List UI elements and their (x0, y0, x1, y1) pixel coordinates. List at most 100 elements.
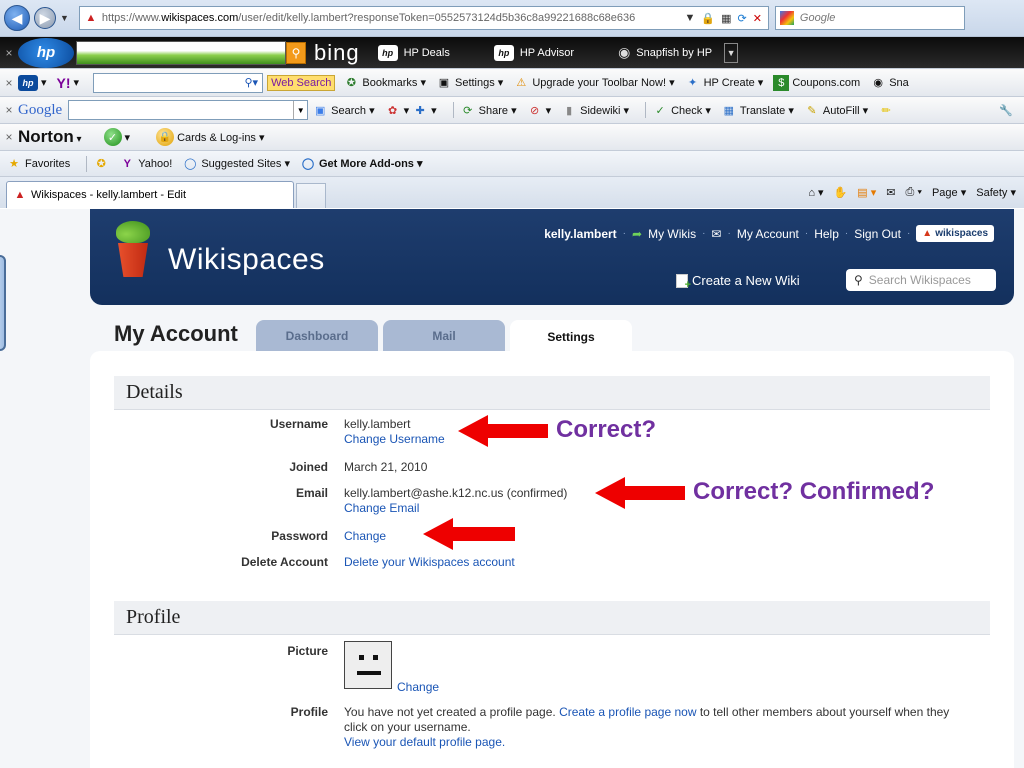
back-button[interactable]: ◀ (4, 5, 30, 31)
address-dropdown-icon[interactable]: ▼ (684, 12, 695, 25)
favorites-button[interactable]: ★ Favorites (6, 156, 70, 172)
annotation-arrow-username (458, 415, 548, 447)
close-toolbar-icon[interactable]: × (0, 46, 18, 60)
translate-button[interactable]: ▦ Translate ▾ (721, 102, 794, 118)
profile-heading: Profile (114, 601, 990, 635)
profile-text-1: You have not yet created a profile page. (344, 705, 556, 719)
history-dropdown-icon[interactable]: ▼ (60, 13, 69, 23)
bing-search-button[interactable]: ⚲ (286, 41, 306, 64)
bing-search-input[interactable] (76, 40, 286, 65)
settings-button[interactable]: ▣ Settings ▾ (436, 75, 504, 91)
upgrade-toolbar-button[interactable]: ⚠ Upgrade your Toolbar Now! ▾ (513, 75, 674, 91)
web-search-button[interactable]: Web Search (267, 74, 336, 91)
delete-account-link[interactable]: Delete your Wikispaces account (344, 555, 515, 570)
sidewiki-button[interactable]: ▮ Sidewiki ▾ (561, 102, 629, 118)
my-wikis-icon: ➦ (632, 226, 643, 241)
spell-check-button[interactable]: ✓ Check ▾ (652, 102, 710, 118)
mail-icon[interactable]: ✉ (886, 186, 895, 199)
lock-icon[interactable]: 🔒 (701, 12, 715, 25)
site-title: Wikispaces (168, 243, 325, 276)
hp-logo[interactable]: hp (18, 37, 74, 68)
site-search-input[interactable]: ⚲ Search Wikispaces (846, 269, 996, 291)
home-icon[interactable]: ⌂ ▾ (808, 186, 823, 199)
snapfish-toolbar-button[interactable]: ◉ Sna (870, 75, 908, 91)
create-wiki-link[interactable]: Create a New Wiki (676, 273, 800, 291)
compatibility-icon[interactable]: ▦ (721, 12, 731, 25)
nav-separator: · (727, 228, 731, 239)
norton-logo[interactable]: Norton ▾ (18, 127, 82, 147)
hp-create-button[interactable]: ✦ HP Create ▾ (685, 75, 763, 91)
change-picture-link[interactable]: Change (397, 680, 439, 695)
google-search-button[interactable]: ▣ Search ▾ (312, 102, 375, 118)
hp-deals-link[interactable]: hp HP Deals (377, 44, 450, 61)
my-wikis-link[interactable]: My Wikis (648, 227, 696, 241)
google-extras[interactable]: ✿ ▾ ✚ ▾ (385, 102, 437, 118)
autofill-button[interactable]: ✎ AutoFill ▾ (804, 102, 868, 118)
wrench-icon: 🔧 (999, 104, 1013, 117)
site-header: Wikispaces kelly.lambert · ➦ My Wikis · … (90, 209, 1014, 305)
create-profile-link[interactable]: Create a profile page now (559, 705, 696, 719)
bookmarks-button[interactable]: ✪ Bookmarks ▾ (343, 75, 426, 91)
change-email-link[interactable]: Change Email (344, 501, 567, 516)
browser-search-input[interactable]: Google (774, 6, 965, 30)
hp-menu-button[interactable]: hp ▾ (18, 74, 47, 91)
google-settings-button[interactable]: 🔧 (998, 102, 1014, 118)
wikispaces-badge[interactable]: ▲ wikispaces (916, 225, 994, 242)
google-dropdown-icon[interactable]: ▼ (293, 101, 307, 119)
my-account-link[interactable]: My Account (737, 227, 799, 241)
hp-toolbar-dropdown-icon[interactable]: ▼ (724, 42, 739, 63)
refresh-icon[interactable]: ⟳ (737, 12, 746, 25)
tab-dashboard[interactable]: Dashboard (256, 320, 378, 352)
password-label: Password (271, 529, 328, 543)
email-text: kelly.lambert@ashe.k12.nc.us (confirmed) (344, 486, 568, 500)
page-menu[interactable]: Page ▾ (932, 186, 966, 199)
forward-button[interactable]: ▶ (34, 7, 56, 29)
change-username-link[interactable]: Change Username (344, 432, 445, 447)
joined-label: Joined (289, 460, 328, 474)
cards-logins-button[interactable]: 🔒 Cards & Log-ins ▾ (156, 128, 265, 146)
yahoo-favorite-link[interactable]: Y Yahoo! (119, 156, 173, 172)
safety-menu[interactable]: Safety ▾ (976, 186, 1016, 199)
norton-safe-web-button[interactable]: ✓ ▾ (103, 128, 130, 146)
close-toolbar-icon[interactable]: × (0, 76, 18, 90)
popup-blocker-button[interactable]: ⊘ ▾ (527, 102, 551, 118)
view-default-profile-link[interactable]: View your default profile page. (344, 735, 964, 750)
browser-tab-active[interactable]: ▲ Wikispaces - kelly.lambert - Edit (6, 180, 294, 208)
hp-advisor-link[interactable]: hp HP Advisor (493, 44, 574, 61)
tab-settings[interactable]: Settings (510, 320, 632, 353)
site-logo[interactable]: Wikispaces (110, 221, 325, 279)
feeds-icon[interactable]: ▤ ▾ (857, 186, 876, 199)
browser-chrome: ◀ ▶ ▼ ▲ https://www. wikispaces.com/user/… (0, 0, 1024, 208)
yahoo-search-input[interactable]: ⚲▾ (93, 72, 264, 93)
mail-icon[interactable]: ✉ (711, 227, 721, 241)
address-bar-row: ◀ ▶ ▼ ▲ https://www. wikispaces.com/user/… (0, 0, 1024, 36)
add-favorite-button[interactable]: ✪ (93, 156, 109, 172)
yahoo-menu-button[interactable]: Y! ▾ (57, 75, 80, 91)
get-addons-link[interactable]: ◯ Get More Add-ons ▾ (300, 156, 423, 172)
username-link[interactable]: kelly.lambert (544, 227, 616, 241)
sidebar-handle[interactable] (0, 255, 6, 351)
coupons-button[interactable]: $ Coupons.com (773, 74, 860, 91)
stop-icon[interactable]: ✕ (753, 12, 762, 25)
share-button[interactable]: ⟳ Share ▾ (460, 102, 517, 118)
google-search-input[interactable]: ▼ (68, 100, 309, 120)
help-link[interactable]: Help (814, 227, 839, 241)
address-field[interactable]: ▲ https://www. wikispaces.com/user/edit/k… (78, 6, 769, 30)
suggested-sites-link[interactable]: ◯ Suggested Sites ▾ (182, 156, 290, 172)
sign-out-link[interactable]: Sign Out (854, 227, 901, 241)
annotation-note-username: Correct? (556, 416, 657, 443)
star-icon: ★ (9, 158, 19, 170)
hp-icon: hp (18, 74, 38, 91)
new-tab-button[interactable] (296, 182, 326, 208)
tab-row: ▲ Wikispaces - kelly.lambert - Edit ⌂ ▾ … (0, 176, 1024, 208)
change-password-link[interactable]: Change (344, 529, 386, 544)
close-toolbar-icon[interactable]: × (0, 130, 18, 144)
tab-mail[interactable]: Mail (383, 320, 505, 352)
print-icon[interactable]: ⎙ ▾ (905, 186, 921, 199)
hand-icon[interactable]: ✋ (834, 186, 848, 199)
dollar-icon: $ (773, 74, 790, 91)
snapfish-link[interactable]: ◉ Snapfish by HP (618, 44, 712, 61)
eye-icon: ◉ (873, 77, 883, 89)
close-toolbar-icon[interactable]: × (0, 103, 18, 117)
highlight-button[interactable]: ✏ (878, 102, 894, 118)
